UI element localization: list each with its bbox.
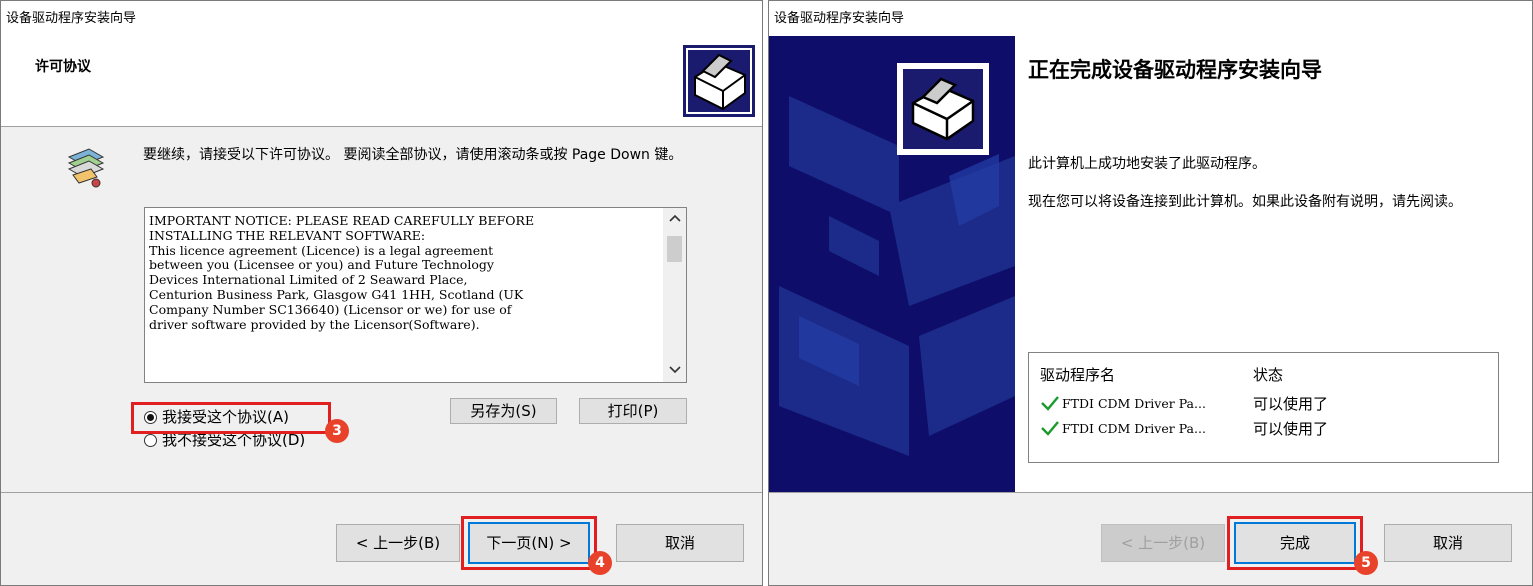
highlight-accept: [131, 402, 331, 434]
page-title: 许可协议: [35, 59, 91, 75]
connect-instruction: 现在您可以将设备连接到此计算机。如果此设备附有说明，请先阅读。: [1028, 194, 1462, 210]
license-wizard-window: 设备驱动程序安装向导 许可协议 要继续，请接受以下许可协议。 要阅读全部协议，请…: [0, 0, 763, 586]
scroll-down-button[interactable]: [663, 360, 686, 382]
footer-divider: [769, 492, 1532, 493]
hardware-install-icon: [683, 45, 755, 117]
cancel-button[interactable]: 取消: [1384, 524, 1512, 562]
wizard-header: 许可协议: [1, 36, 762, 127]
checkmark-icon: [1041, 396, 1059, 411]
back-button[interactable]: < 上一步(B): [1101, 524, 1225, 562]
decline-radio[interactable]: [144, 433, 157, 447]
scroll-up-button[interactable]: [663, 208, 686, 230]
save-as-button[interactable]: 另存为(S): [450, 398, 557, 424]
chevron-up-icon: [668, 214, 681, 222]
license-textbox[interactable]: IMPORTANT NOTICE: PLEASE READ CAREFULLY …: [144, 207, 687, 383]
license-scroll-icon: [63, 143, 109, 189]
driver-status: 可以使用了: [1253, 420, 1329, 438]
driver-status: 可以使用了: [1253, 395, 1329, 413]
print-button[interactable]: 打印(P): [579, 398, 687, 424]
wizard-side-panel: [769, 36, 1015, 492]
license-scrollbar[interactable]: [663, 208, 686, 382]
chevron-down-icon: [668, 366, 681, 374]
highlight-finish: [1227, 516, 1363, 570]
driver-status-table: 驱动程序名 状态 FTDI CDM Driver Pa... 可以使用了 FTD…: [1028, 352, 1499, 463]
column-header-status: 状态: [1253, 366, 1284, 384]
hardware-install-icon: [897, 63, 989, 155]
cancel-button[interactable]: 取消: [616, 524, 744, 562]
step-badge-5: 5: [1354, 551, 1378, 575]
step-badge-3: 3: [325, 419, 349, 443]
checkmark-icon: [1041, 421, 1059, 436]
scroll-thumb[interactable]: [667, 236, 682, 262]
completion-wizard-window: 设备驱动程序安装向导 正在完成设备驱动程序安装向导 此计算机上成功地安装了此驱动…: [768, 0, 1533, 586]
window-title: 设备驱动程序安装向导: [1, 1, 762, 36]
license-instruction: 要继续，请接受以下许可协议。 要阅读全部协议，请使用滚动条或按 Page Dow…: [143, 147, 683, 163]
back-button[interactable]: < 上一步(B): [336, 524, 460, 562]
column-header-driver-name: 驱动程序名: [1040, 366, 1116, 384]
success-message: 此计算机上成功地安装了此驱动程序。: [1028, 156, 1266, 172]
footer-divider: [1, 492, 762, 493]
license-text: IMPORTANT NOTICE: PLEASE READ CAREFULLY …: [149, 213, 535, 332]
driver-name: FTDI CDM Driver Pa...: [1062, 396, 1206, 411]
step-badge-4: 4: [588, 551, 612, 575]
completion-content: 正在完成设备驱动程序安装向导 此计算机上成功地安装了此驱动程序。 现在您可以将设…: [1015, 36, 1532, 492]
driver-name: FTDI CDM Driver Pa...: [1062, 421, 1206, 436]
highlight-next: [461, 516, 597, 570]
completion-heading: 正在完成设备驱动程序安装向导: [1028, 58, 1322, 82]
window-title: 设备驱动程序安装向导: [769, 1, 1532, 36]
